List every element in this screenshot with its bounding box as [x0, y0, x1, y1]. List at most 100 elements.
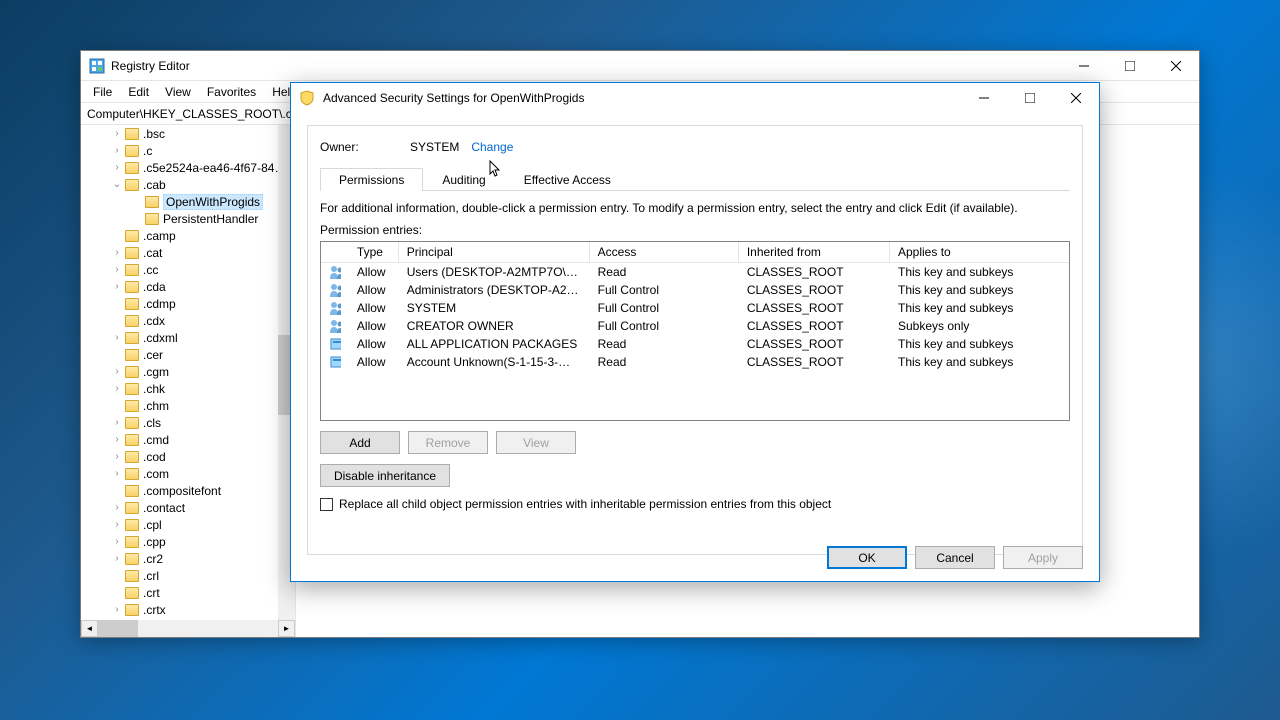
- expander-icon[interactable]: ›: [111, 383, 123, 394]
- col-type[interactable]: Type: [349, 242, 399, 262]
- tree-label: .contact: [143, 501, 185, 515]
- tree-item[interactable]: .crt: [81, 584, 295, 601]
- col-access[interactable]: Access: [590, 242, 739, 262]
- folder-icon: [125, 468, 139, 480]
- col-applies[interactable]: Applies to: [890, 242, 1069, 262]
- tree-item[interactable]: ›.cr2: [81, 550, 295, 567]
- expander-icon[interactable]: ›: [111, 281, 123, 292]
- expander-icon[interactable]: ›: [111, 162, 123, 173]
- tree-item[interactable]: › .c: [81, 142, 295, 159]
- tree-item[interactable]: ›.cgm: [81, 363, 295, 380]
- folder-icon: [125, 179, 139, 191]
- tree-item[interactable]: .chm: [81, 397, 295, 414]
- change-owner-link[interactable]: Change: [471, 140, 513, 154]
- tree-item[interactable]: ⌄.cab: [81, 176, 295, 193]
- tabs: Permissions Auditing Effective Access: [320, 168, 1070, 191]
- table-row[interactable]: AllowALL APPLICATION PACKAGESReadCLASSES…: [321, 335, 1069, 353]
- folder-icon: [125, 264, 139, 276]
- cancel-button[interactable]: Cancel: [915, 546, 995, 569]
- folder-icon: [125, 162, 139, 174]
- table-row[interactable]: AllowCREATOR OWNERFull ControlCLASSES_RO…: [321, 317, 1069, 335]
- table-row[interactable]: AllowSYSTEMFull ControlCLASSES_ROOTThis …: [321, 299, 1069, 317]
- expander-icon[interactable]: ⌄: [111, 179, 123, 190]
- tree-item[interactable]: ›.cmd: [81, 431, 295, 448]
- expander-icon[interactable]: ›: [111, 502, 123, 513]
- row-principal: Users (DESKTOP-A2MTP7O\U…: [399, 265, 590, 279]
- col-principal[interactable]: Principal: [399, 242, 590, 262]
- expander-icon[interactable]: ›: [111, 468, 123, 479]
- tree-item[interactable]: .crl: [81, 567, 295, 584]
- table-row[interactable]: AllowUsers (DESKTOP-A2MTP7O\U…ReadCLASSE…: [321, 263, 1069, 281]
- tree-item[interactable]: ›.crtx: [81, 601, 295, 618]
- hscroll-thumb[interactable]: [98, 620, 138, 637]
- expander-icon[interactable]: ›: [111, 553, 123, 564]
- menu-edit[interactable]: Edit: [120, 83, 157, 101]
- tree-item[interactable]: › .contact: [81, 499, 295, 516]
- row-applies: This key and subkeys: [890, 355, 1069, 369]
- row-principal-icon: [321, 301, 349, 315]
- tree-item[interactable]: OpenWithProgids: [81, 193, 295, 210]
- minimize-button[interactable]: [1061, 51, 1107, 81]
- expander-icon[interactable]: ›: [111, 536, 123, 547]
- tree-item[interactable]: ›.cdxml: [81, 329, 295, 346]
- menu-file[interactable]: File: [85, 83, 120, 101]
- tree-item[interactable]: ›.c5e2524a-ea46-4f67-84…: [81, 159, 295, 176]
- expander-icon[interactable]: ›: [111, 434, 123, 445]
- expander-icon[interactable]: ›: [111, 264, 123, 275]
- disable-inheritance-button[interactable]: Disable inheritance: [320, 464, 450, 487]
- close-button[interactable]: [1153, 51, 1199, 81]
- tree-item[interactable]: ›.cpp: [81, 533, 295, 550]
- dialog-close-button[interactable]: [1053, 83, 1099, 113]
- hscroll-right[interactable]: ►: [278, 620, 295, 637]
- tree-scroll[interactable]: › .bsc › .c›.c5e2524a-ea46-4f67-84…⌄.cabOpe…: [81, 125, 295, 619]
- folder-icon: [125, 230, 139, 242]
- tree-label: .c: [143, 144, 152, 158]
- expander-icon[interactable]: ›: [111, 145, 123, 156]
- expander-icon[interactable]: ›: [111, 366, 123, 377]
- expander-icon[interactable]: ›: [111, 128, 123, 139]
- tree-item[interactable]: ›.cpl: [81, 516, 295, 533]
- expander-icon[interactable]: ›: [111, 604, 123, 615]
- horizontal-scrollbar[interactable]: ◄ ►: [81, 620, 295, 637]
- tree-item[interactable]: .compositefont: [81, 482, 295, 499]
- hscroll-left[interactable]: ◄: [81, 620, 98, 637]
- expander-icon[interactable]: ›: [111, 247, 123, 258]
- folder-icon: [145, 213, 159, 225]
- tree-item[interactable]: .cdmp: [81, 295, 295, 312]
- tree-item[interactable]: ›.com: [81, 465, 295, 482]
- col-inherited[interactable]: Inherited from: [739, 242, 890, 262]
- tree-item[interactable]: ›.cls: [81, 414, 295, 431]
- table-row[interactable]: AllowAccount Unknown(S-1-15-3-…ReadCLASS…: [321, 353, 1069, 371]
- add-button[interactable]: Add: [320, 431, 400, 454]
- ok-button[interactable]: OK: [827, 546, 907, 569]
- tree-item[interactable]: ›.cat: [81, 244, 295, 261]
- expander-icon[interactable]: ›: [111, 451, 123, 462]
- tree-item[interactable]: ›.cod: [81, 448, 295, 465]
- tree-item[interactable]: .camp: [81, 227, 295, 244]
- maximize-button[interactable]: [1107, 51, 1153, 81]
- row-principal: CREATOR OWNER: [399, 319, 590, 333]
- tab-permissions[interactable]: Permissions: [320, 168, 423, 191]
- expander-icon[interactable]: ›: [111, 519, 123, 530]
- expander-icon[interactable]: ›: [111, 332, 123, 343]
- menu-favorites[interactable]: Favorites: [199, 83, 264, 101]
- dialog-maximize-button[interactable]: [1007, 83, 1053, 113]
- table-row[interactable]: AllowAdministrators (DESKTOP-A2…Full Con…: [321, 281, 1069, 299]
- menu-view[interactable]: View: [157, 83, 199, 101]
- row-type: Allow: [349, 319, 399, 333]
- expander-icon[interactable]: ›: [111, 417, 123, 428]
- dialog-minimize-button[interactable]: [961, 83, 1007, 113]
- tree-item[interactable]: PersistentHandler: [81, 210, 295, 227]
- tab-auditing[interactable]: Auditing: [423, 168, 504, 191]
- tree-item[interactable]: ›.chk: [81, 380, 295, 397]
- table-header: Type Principal Access Inherited from App…: [321, 242, 1069, 263]
- tree-item[interactable]: › .bsc: [81, 125, 295, 142]
- tree-item[interactable]: ›.cda: [81, 278, 295, 295]
- tree-item[interactable]: .cdx: [81, 312, 295, 329]
- tree-item[interactable]: ›.cc: [81, 261, 295, 278]
- tree-label: .bsc: [143, 127, 165, 141]
- col-icon[interactable]: [321, 242, 349, 262]
- replace-checkbox[interactable]: [320, 498, 333, 511]
- tab-effective-access[interactable]: Effective Access: [505, 168, 630, 191]
- tree-item[interactable]: .cer: [81, 346, 295, 363]
